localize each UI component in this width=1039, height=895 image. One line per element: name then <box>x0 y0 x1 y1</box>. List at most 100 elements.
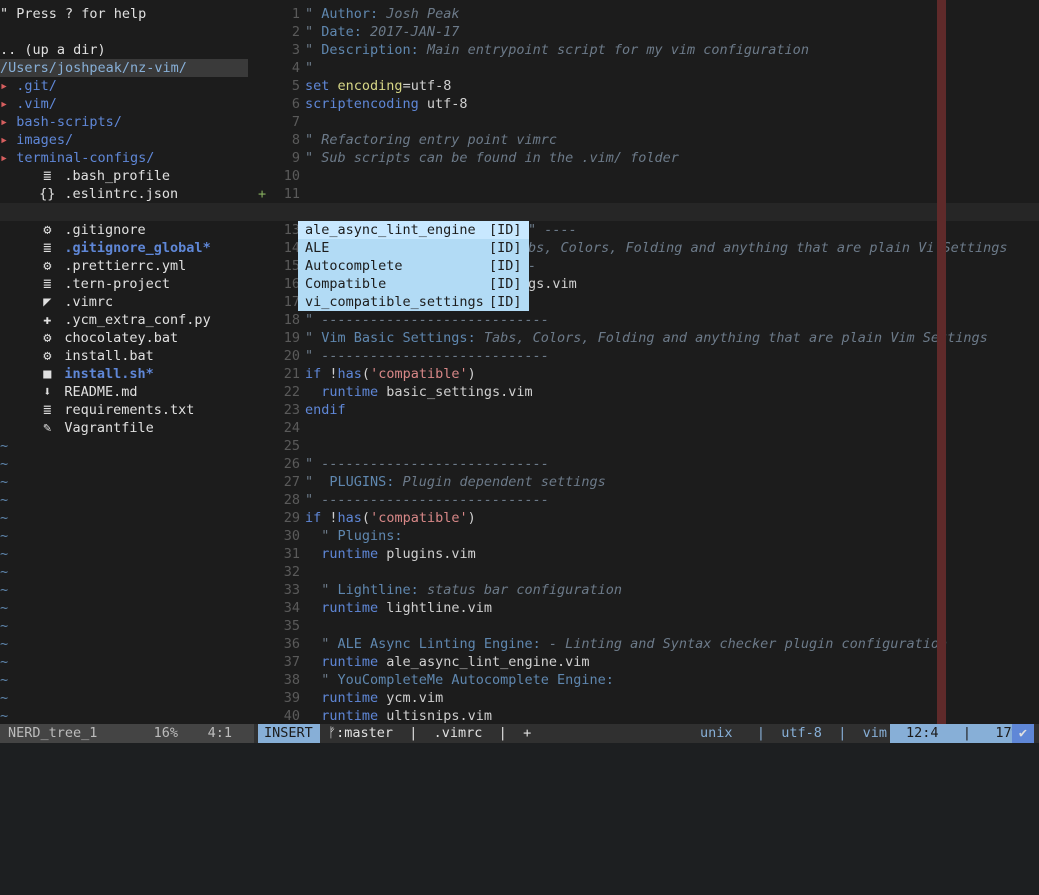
completion-word: Autocomplete <box>305 258 403 274</box>
code-line[interactable]: 2 " Date: 2017-JAN-17 <box>278 23 1039 41</box>
tree-file[interactable]: ⬇ README.md <box>0 383 268 401</box>
tree-file[interactable]: ≣ .tern-project <box>0 275 268 293</box>
comment: " <box>321 528 338 544</box>
code-line[interactable]: 27 " PLUGINS: Plugin dependent settings <box>278 473 1039 491</box>
code-line[interactable]: 5 set encoding=utf-8 <box>278 77 1039 95</box>
line-number: 15 <box>283 258 300 274</box>
tree-file[interactable]: ⚙ .gitignore <box>0 221 268 239</box>
code-line[interactable]: 22 runtime basic_settings.vim <box>278 383 1039 401</box>
tree-position: 4:1 <box>192 724 254 743</box>
tree-file[interactable]: ⚙ .prettierrc.yml <box>0 257 268 275</box>
code-line[interactable]: 11 <box>278 185 1039 203</box>
empty-line-tilde: ~ <box>0 581 268 599</box>
completion-item[interactable]: ALE [ID] <box>298 239 529 257</box>
code-line[interactable]: 6 scriptencoding utf-8 <box>278 95 1039 113</box>
code-line[interactable]: 38 " YouCompleteMe Autocomplete Engine: <box>278 671 1039 689</box>
code-line[interactable]: 37 runtime ale_async_lint_engine.vim <box>278 653 1039 671</box>
code-line[interactable]: 36 " ALE Async Linting Engine: - Linting… <box>278 635 1039 653</box>
empty-line-tilde: ~ <box>0 635 268 653</box>
file-indent <box>0 222 16 238</box>
code-line[interactable]: 4 " <box>278 59 1039 77</box>
paren: ) <box>467 510 476 526</box>
line-number: 22 <box>283 384 300 400</box>
code-line[interactable]: 25 <box>278 437 1039 455</box>
code-line[interactable]: 35 <box>278 617 1039 635</box>
code-line[interactable]: 8 " Refactoring entry point vimrc <box>278 131 1039 149</box>
file-type-icon: ≣ <box>43 240 52 256</box>
code-line[interactable]: 20 " ---------------------------- <box>278 347 1039 365</box>
tilde-marker: ~ <box>0 582 9 598</box>
code-line[interactable]: 24 <box>278 419 1039 437</box>
code-line[interactable]: 33 " Lightline: status bar configuration <box>278 581 1039 599</box>
line-number: 33 <box>283 582 300 598</box>
code-line[interactable]: 31 runtime plugins.vim <box>278 545 1039 563</box>
tree-dir[interactable]: ▸ images/ <box>0 131 268 149</box>
empty-line-tilde: ~ <box>0 491 268 509</box>
code-line[interactable]: 30 " Plugins: <box>278 527 1039 545</box>
modified-flag: + <box>523 725 532 741</box>
code-line[interactable]: 18 " ---------------------------- <box>278 311 1039 329</box>
code-line[interactable]: 26 " ---------------------------- <box>278 455 1039 473</box>
line-content: " PLUGINS: Plugin dependent settings <box>305 474 606 490</box>
tree-file[interactable]: ◤ .vimrc <box>0 293 268 311</box>
code-line[interactable]: 40 runtime ultisnips.vim <box>278 707 1039 725</box>
code-line[interactable]: 34 runtime lightline.vim <box>278 599 1039 617</box>
tree-file[interactable]: ✎ Vagrantfile <box>0 419 268 437</box>
tree-updir[interactable]: .. (up a dir) <box>0 41 268 59</box>
file-type-icon: ⬇ <box>43 384 52 400</box>
tree-file[interactable]: ≣ requirements.txt <box>0 401 268 419</box>
code-line[interactable]: 29 if !has('compatible') <box>278 509 1039 527</box>
file-type-icon: ⚙ <box>43 348 52 364</box>
comment: " <box>321 636 338 652</box>
command-line[interactable] <box>0 743 1039 765</box>
tree-dir[interactable]: ▸ .git/ <box>0 77 268 95</box>
file-indent <box>0 384 16 400</box>
tree-dir[interactable]: ▸ terminal-configs/ <box>0 149 268 167</box>
code-line[interactable]: 39 runtime ycm.vim <box>278 689 1039 707</box>
file-type-icon: ⚙ <box>43 258 52 274</box>
tree-file[interactable]: {} .eslintrc.json + <box>0 185 268 203</box>
tree-file[interactable]: ≣ .bash_profile <box>0 167 268 185</box>
keyword: endif <box>305 402 346 418</box>
code-line[interactable]: 32 <box>278 563 1039 581</box>
completion-item[interactable]: Autocomplete [ID] <box>298 257 529 275</box>
line-number: 13 <box>283 222 300 238</box>
code-line[interactable]: 23 endif <box>278 401 1039 419</box>
tree-file[interactable]: ⚙ chocolatey.bat <box>0 329 268 347</box>
tree-file[interactable]: ≣ .gitignore_global* <box>0 239 268 257</box>
paren: ) <box>467 366 476 382</box>
code-line[interactable]: 7 <box>278 113 1039 131</box>
comment: 2017-JAN-17 <box>361 24 460 40</box>
code-line[interactable]: 1 " Author: Josh Peak <box>278 5 1039 23</box>
completion-item[interactable]: Compatible [ID] <box>298 275 529 293</box>
completion-item[interactable]: ale_async_lint_engine [ID] <box>298 221 529 239</box>
tilde-marker: ~ <box>0 654 9 670</box>
tree-root[interactable]: /Users/joshpeak/nz-vim/ <box>0 59 248 77</box>
line-number: 2 <box>291 24 300 40</box>
completion-item[interactable]: vi_compatible_settings [ID] <box>298 293 529 311</box>
completion-popup[interactable]: ale_async_lint_engine [ID] ALE [ID] Autocomp… <box>298 221 529 311</box>
nerdtree-pane[interactable]: " Press ? for help .. (up a dir) /Users/jo… <box>0 0 268 724</box>
file-info-segment: unix | utf-8 | vim ◤ <box>700 724 903 743</box>
tilde-marker: ~ <box>0 708 9 724</box>
editor-pane[interactable]: 1 " Author: Josh Peak 2 " Date: 2017-JAN-17… <box>278 0 1039 724</box>
line-number: 30 <box>283 528 300 544</box>
tree-file[interactable]: ✚ .ycm_extra_conf.py <box>0 311 268 329</box>
completion-word: ale_async_lint_engine <box>305 222 476 238</box>
code-line[interactable]: 10 <box>278 167 1039 185</box>
code-line[interactable]: 9 " Sub scripts can be found in the .vim/… <box>278 149 1039 167</box>
keyword: runtime <box>321 546 379 562</box>
code-line[interactable]: 21 if !has('compatible') <box>278 365 1039 383</box>
tree-dir[interactable]: ▸ bash-scripts/ <box>0 113 268 131</box>
code-line[interactable]: 19 " Vim Basic Settings: Tabs, Colors, Fo… <box>278 329 1039 347</box>
code-line[interactable]: 3 " Description: Main entrypoint script f… <box>278 41 1039 59</box>
function: has <box>337 366 362 382</box>
tree-file[interactable]: ■ install.sh* <box>0 365 268 383</box>
tree-file[interactable]: ⚙ install.bat <box>0 347 268 365</box>
tree-dir[interactable]: ▸ .vim/ <box>0 95 268 113</box>
line-number: 3 <box>291 42 300 58</box>
line-number: 11 <box>283 186 300 202</box>
file-type-icon: ⚙ <box>43 330 52 346</box>
code-line[interactable]: 28 " ---------------------------- <box>278 491 1039 509</box>
